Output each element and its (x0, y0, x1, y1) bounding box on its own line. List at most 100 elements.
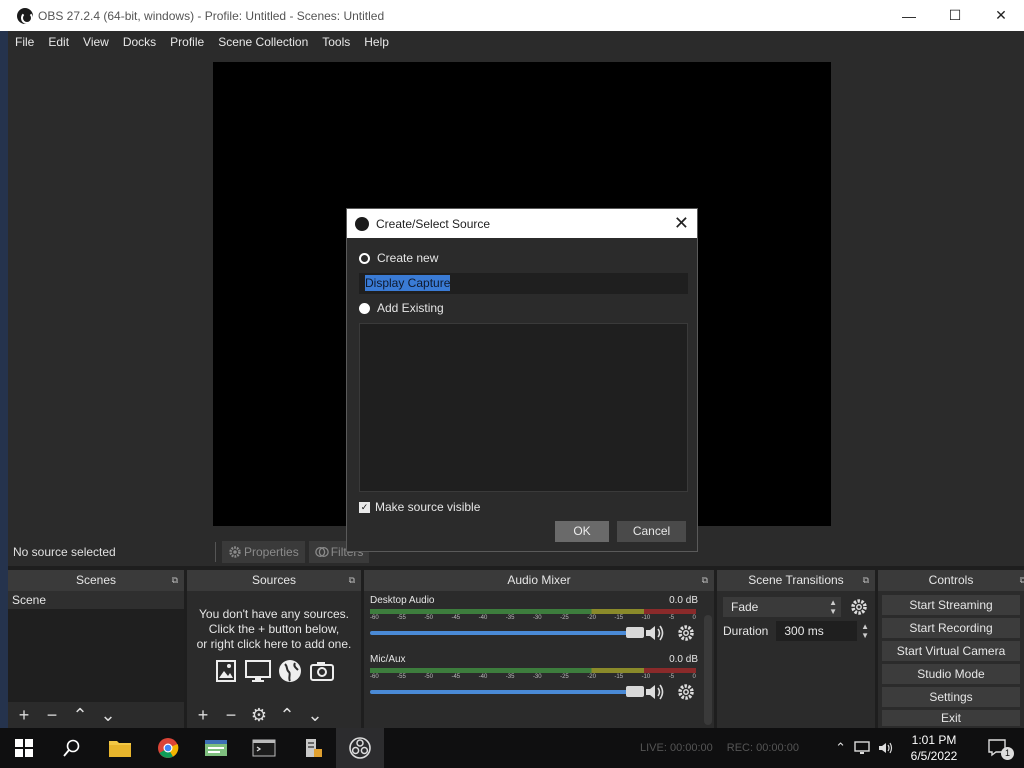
create-new-radio[interactable]: Create new (359, 251, 438, 265)
undock-icon[interactable]: ⧉ (702, 570, 708, 591)
cancel-button[interactable]: Cancel (617, 521, 686, 542)
tick: -10 (641, 674, 651, 680)
taskbar-server-manager[interactable] (288, 728, 336, 768)
remove-icon[interactable]: − (219, 705, 243, 726)
menu-file[interactable]: File (8, 35, 41, 49)
settings-button[interactable]: Settings (882, 687, 1020, 707)
search-button[interactable] (48, 728, 96, 768)
scenes-list[interactable]: Scene (8, 591, 184, 702)
menu-docks[interactable]: Docks (116, 35, 163, 49)
gear-icon[interactable] (849, 597, 869, 617)
close-icon[interactable]: ✕ (674, 213, 689, 234)
undock-icon[interactable]: ⧉ (1020, 570, 1024, 591)
exit-button[interactable]: Exit (882, 710, 1020, 726)
move-down-icon[interactable]: ⌄ (96, 705, 120, 726)
taskbar-terminal[interactable] (240, 728, 288, 768)
filter-icon (314, 546, 329, 558)
maximize-button[interactable]: ☐ (932, 0, 978, 31)
tick: -5 (668, 674, 675, 680)
list-item[interactable]: Scene (8, 591, 184, 609)
mixer-channel-mic-aux: Mic/Aux 0.0 dB -60 -55 -50 -45 -40 -35 -30 -25-… (368, 654, 702, 710)
image-icon (216, 660, 236, 682)
start-button[interactable] (0, 728, 48, 768)
menu-edit[interactable]: Edit (41, 35, 76, 49)
undock-icon[interactable]: ⧉ (863, 570, 869, 591)
tick: -25 (560, 615, 569, 621)
network-icon[interactable] (854, 741, 870, 755)
monitor-icon (245, 660, 271, 682)
tick: -45 (451, 674, 461, 680)
source-name-input[interactable]: Display Capture (359, 273, 688, 294)
start-recording-button[interactable]: Start Recording (882, 618, 1020, 638)
notifications-button[interactable]: 1 (988, 738, 1014, 760)
window-titlebar: OBS 27.2.4 (64-bit, windows) - Profile: … (0, 0, 1024, 31)
taskbar-file-manager[interactable] (192, 728, 240, 768)
taskbar-chrome[interactable] (144, 728, 192, 768)
menu-tools[interactable]: Tools (315, 35, 357, 49)
existing-sources-list[interactable] (359, 323, 688, 492)
menu-scene-collection[interactable]: Scene Collection (211, 35, 315, 49)
tick: -25 (560, 674, 569, 680)
add-icon[interactable]: + (191, 705, 215, 726)
volume-slider-handle[interactable] (626, 686, 644, 697)
speaker-icon[interactable] (644, 682, 666, 702)
system-clock[interactable]: 1:01 PM 6/5/2022 (904, 732, 964, 764)
properties-label: Properties (244, 545, 299, 559)
move-up-icon[interactable]: ⌃ (275, 705, 299, 726)
menu-view[interactable]: View (76, 35, 116, 49)
chevron-up-icon[interactable]: ⌃ (835, 740, 846, 756)
gear-icon[interactable] (676, 682, 696, 702)
menu-profile[interactable]: Profile (163, 35, 211, 49)
duration-input[interactable]: 300 ms (776, 621, 858, 641)
window-controls: — ☐ ✕ (886, 0, 1024, 31)
tick: 0 (692, 674, 696, 680)
start-virtual-camera-button[interactable]: Start Virtual Camera (882, 641, 1020, 661)
empty-line: Click the + button below, (208, 622, 340, 636)
spinner-arrows-icon: ▲ ▼ (829, 598, 837, 616)
speaker-icon[interactable] (878, 741, 894, 755)
transition-select[interactable]: Fade ▲ ▼ (723, 597, 841, 617)
system-tray: ⌃ (835, 728, 894, 768)
controls-dock-header: Controls ⧉ (878, 570, 1024, 591)
mixer-scrollbar[interactable] (704, 615, 712, 725)
obs-status-indicators: LIVE: 00:00:00 REC: 00:00:00 (640, 728, 799, 768)
radio-button[interactable] (359, 252, 370, 264)
sources-dock-header: Sources ⧉ (187, 570, 361, 591)
taskbar-file-explorer[interactable] (96, 728, 144, 768)
scene-transitions-dock: Scene Transitions ⧉ Fade ▲ ▼ Duration 300… (717, 570, 875, 728)
scenes-dock: Scenes ⧉ Scene + − ⌃ ⌄ (8, 570, 184, 728)
volume-slider[interactable] (370, 690, 630, 694)
spinner-arrows-icon[interactable]: ▲ ▼ (861, 622, 869, 640)
tick: 0 (692, 615, 696, 621)
ok-button[interactable]: OK (555, 521, 609, 542)
close-button[interactable]: ✕ (978, 0, 1024, 31)
remove-icon[interactable]: − (40, 705, 64, 726)
volume-slider[interactable] (370, 631, 630, 635)
transitions-body: Fade ▲ ▼ Duration 300 ms ▲ ▼ (717, 591, 875, 728)
move-down-icon[interactable]: ⌄ (303, 705, 327, 726)
properties-button[interactable]: Properties (222, 541, 305, 563)
sources-dock-title: Sources (251, 573, 297, 587)
gear-icon[interactable]: ⚙ (247, 705, 271, 726)
taskbar-obs[interactable] (336, 728, 384, 768)
gear-icon[interactable] (676, 623, 696, 643)
checkbox-checked[interactable]: ✓ (359, 501, 370, 513)
start-streaming-button[interactable]: Start Streaming (882, 595, 1020, 615)
duration-label: Duration (723, 624, 769, 638)
minimize-button[interactable]: — (886, 0, 932, 31)
move-up-icon[interactable]: ⌃ (68, 705, 92, 726)
obs-logo-icon (17, 7, 33, 24)
search-icon (63, 739, 80, 757)
undock-icon[interactable]: ⧉ (349, 570, 355, 591)
radio-button[interactable] (359, 302, 370, 314)
sources-list[interactable]: You don't have any sources. Click the + … (187, 591, 361, 702)
add-icon[interactable]: + (12, 705, 36, 726)
volume-slider-handle[interactable] (626, 627, 644, 638)
undock-icon[interactable]: ⧉ (172, 570, 178, 591)
speaker-icon[interactable] (644, 623, 666, 643)
add-existing-radio[interactable]: Add Existing (359, 301, 444, 315)
studio-mode-button[interactable]: Studio Mode (882, 664, 1020, 684)
tick: -55 (397, 615, 406, 621)
menu-help[interactable]: Help (357, 35, 396, 49)
make-visible-checkbox[interactable]: ✓ Make source visible (359, 500, 480, 514)
